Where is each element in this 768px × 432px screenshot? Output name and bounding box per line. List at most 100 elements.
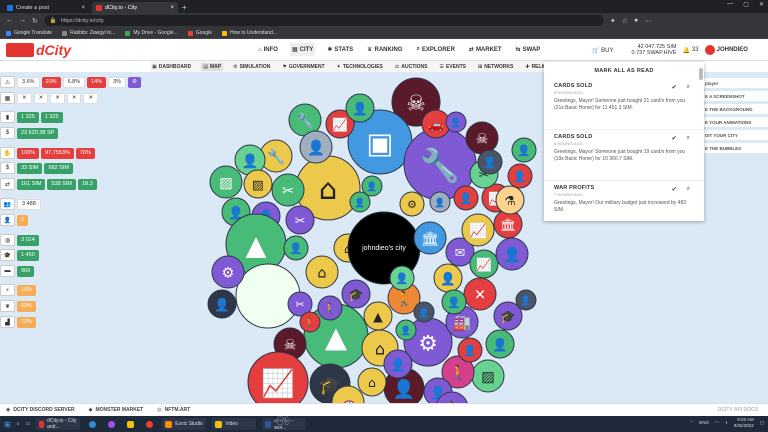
building-bubble[interactable]: 👤 xyxy=(453,185,479,211)
stat-chip[interactable]: ✕ xyxy=(50,92,65,104)
building-bubble[interactable]: 👤 xyxy=(485,329,515,359)
leaf-icon[interactable]: ❦ xyxy=(0,300,15,312)
stat-chip[interactable]: ⚙ xyxy=(128,76,142,88)
building-bubble[interactable]: 👤 xyxy=(207,289,237,319)
stat-chip[interactable]: 10% xyxy=(17,284,37,296)
windows-start-icon[interactable]: ⊞ xyxy=(4,420,11,429)
clock[interactable]: 9:02 AM 9/25/2022 xyxy=(734,417,754,429)
building-bubble[interactable]: 👤 xyxy=(441,289,467,315)
task-view-icon[interactable]: ▭ xyxy=(26,421,31,427)
tab-map[interactable]: ▤ MAP xyxy=(201,62,224,71)
stat-chip[interactable]: 538 SIM xyxy=(47,178,76,190)
building-bubble[interactable]: 👤 xyxy=(511,137,537,163)
stat-chip[interactable]: 20% xyxy=(41,76,61,88)
bookmark-item[interactable]: Rabbits: Zawgyi to... xyxy=(62,30,115,36)
building-bubble[interactable]: 👤 xyxy=(477,149,503,175)
building-bubble[interactable]: 👤 xyxy=(515,289,537,311)
nav-swap[interactable]: ⇆ SWAP xyxy=(514,43,543,56)
tab-technologies[interactable]: ✦ TECHNOLOGIES xyxy=(335,63,385,71)
buy-button[interactable]: 🛒 BUY xyxy=(592,47,613,54)
close-window-icon[interactable]: ✕ xyxy=(759,1,764,8)
stat-chip[interactable]: 682 SIM xyxy=(44,162,73,174)
user-plus-icon[interactable]: 👤 xyxy=(0,214,15,226)
search-icon[interactable]: ⌕ xyxy=(17,421,20,427)
building-bubble[interactable]: 🚶 xyxy=(299,311,321,333)
nav-ranking[interactable]: ♛ RANKING xyxy=(365,43,404,56)
taskbar-icon-files[interactable] xyxy=(124,418,137,430)
tab-events[interactable]: ☰ EVENTS xyxy=(437,63,468,71)
stat-chip[interactable]: ✕ xyxy=(66,92,82,104)
stat-chip[interactable]: 3 488 xyxy=(17,198,41,210)
reload-icon[interactable]: ↻ xyxy=(32,17,38,25)
stat-chip[interactable]: 33 SIM xyxy=(17,162,43,174)
tab-dashboard[interactable]: ▣ DASHBOARD xyxy=(150,63,193,71)
building-bubble[interactable]: ✕ xyxy=(463,277,497,311)
wifi-icon[interactable]: ◠ xyxy=(715,420,719,426)
favorites-icon[interactable]: ☆ xyxy=(622,17,628,25)
bookmark-item[interactable]: Google xyxy=(187,30,212,36)
building-bubble[interactable]: 👤 xyxy=(361,175,383,197)
forward-icon[interactable]: → xyxy=(19,17,26,24)
volume-icon[interactable]: ◖ xyxy=(725,420,728,426)
minimize-icon[interactable]: — xyxy=(727,1,733,8)
building-bubble[interactable]: 👤 xyxy=(299,130,333,164)
building-bubble[interactable]: 👤 xyxy=(345,93,375,123)
building-bubble[interactable]: ☠ xyxy=(465,121,499,155)
taskbar-app[interactable]: dCity.io - City and... xyxy=(36,418,81,430)
building-bubble[interactable]: 📈 xyxy=(461,213,495,247)
taskbar-icon-edge[interactable] xyxy=(86,418,99,430)
stat-chip[interactable]: 63% xyxy=(17,300,37,312)
building-bubble[interactable]: 📈 xyxy=(247,351,309,403)
nav-market[interactable]: ⇄ MARKET xyxy=(467,43,504,56)
building-bubble[interactable]: ▲ xyxy=(363,301,393,331)
nav-stats[interactable]: ✱ STATS xyxy=(325,43,355,56)
building-bubble[interactable]: 🏛 xyxy=(413,221,447,255)
mark-all-read-button[interactable]: MARK ALL AS READ xyxy=(544,62,704,79)
stat-chip[interactable]: 97.7553% xyxy=(41,147,74,159)
extensions-icon[interactable]: ✦ xyxy=(610,17,616,25)
nav-info[interactable]: ⌂ INFO xyxy=(256,43,280,56)
bolt-icon[interactable]: ⚡ xyxy=(0,284,15,296)
building-bubble[interactable]: ⌂ xyxy=(357,367,387,397)
notification-center-icon[interactable]: ▢ xyxy=(760,420,764,426)
back-icon[interactable]: ← xyxy=(6,17,13,24)
stat-chip[interactable]: 1 450 xyxy=(17,249,39,261)
building-bubble[interactable]: ⚗ xyxy=(495,185,525,215)
map-option-item[interactable]: E THE BUBBLES xyxy=(702,143,768,153)
stat-chip[interactable]: 3% xyxy=(108,76,127,88)
building-bubble[interactable]: 👤 xyxy=(383,349,413,379)
stat-chip[interactable]: 1 325 xyxy=(40,111,63,123)
warning-icon[interactable]: ⚠ xyxy=(0,76,15,88)
bookmark-item[interactable]: How to Understand... xyxy=(221,30,277,36)
stat-chip[interactable]: 161 SIM xyxy=(17,178,46,190)
hand-icon[interactable]: ✋ xyxy=(0,147,15,159)
dcity-logo[interactable]: dCity xyxy=(6,42,71,58)
stat-chip[interactable]: 2 xyxy=(17,214,29,226)
nav-city[interactable]: ▦ CITY xyxy=(289,43,316,56)
stat-chip[interactable]: 969 xyxy=(17,265,35,277)
browser-tab-0[interactable]: Create a post × xyxy=(3,2,89,13)
globe-icon[interactable]: ◍ xyxy=(0,234,15,246)
users-icon[interactable]: 👥 xyxy=(0,198,15,210)
maximize-icon[interactable]: ▢ xyxy=(743,1,749,8)
stat-chip[interactable]: 18.3 xyxy=(77,178,97,190)
search-icon[interactable]: ⌕ xyxy=(687,186,690,193)
stat-chip[interactable]: 70% xyxy=(75,147,95,159)
close-icon[interactable]: × xyxy=(170,5,174,11)
building-bubble[interactable]: 👤 xyxy=(429,191,451,213)
factory-icon[interactable]: ▟ xyxy=(0,316,15,328)
building-bubble[interactable]: 👤 xyxy=(507,163,533,189)
browser-tab-1[interactable]: dCity.io - City × xyxy=(92,2,178,13)
map-option-item[interactable]: player xyxy=(702,78,768,88)
building-bubble[interactable]: 👤 xyxy=(433,263,463,293)
dollar-icon[interactable]: $ xyxy=(0,162,15,174)
stat-chip[interactable]: ✕ xyxy=(83,92,99,104)
url-input[interactable]: 🔒 https://dcity.io/city xyxy=(43,15,604,26)
building-bubble[interactable]: 👤 xyxy=(413,301,435,323)
graduation-icon[interactable]: 🎓 xyxy=(0,249,15,261)
taskbar-app[interactable]: Ezviz Studio xyxy=(162,418,207,430)
money-icon[interactable]: $ xyxy=(0,127,15,139)
footer-link-discord[interactable]: ◉ DCITY DISCORD SERVER xyxy=(6,407,75,413)
bookmark-item[interactable]: My Drive - Google... xyxy=(125,30,178,36)
tab-networks[interactable]: ⊞ NETWORKS xyxy=(476,63,515,71)
